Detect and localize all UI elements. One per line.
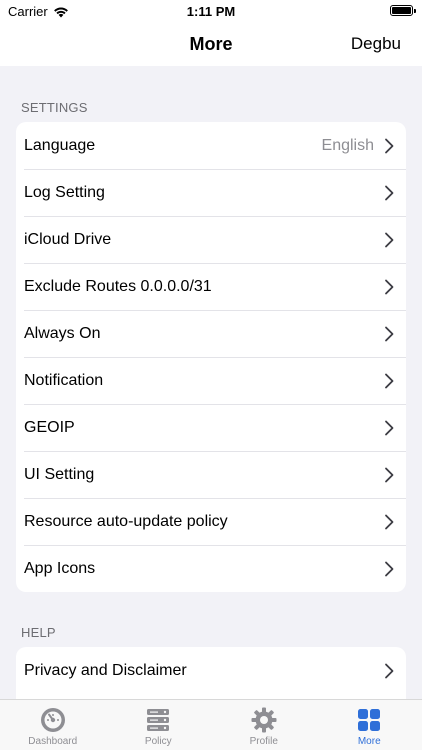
- row-label: GEOIP: [24, 418, 75, 436]
- tab-label: Policy: [144, 736, 172, 747]
- section-header-settings: SETTINGS: [21, 100, 88, 115]
- settings-row-language[interactable]: Language English: [16, 122, 406, 169]
- row-label: Exclude Routes 0.0.0.0/31: [24, 277, 212, 295]
- debug-button[interactable]: Degbu: [351, 34, 401, 54]
- chevron-right-icon: [385, 420, 394, 436]
- settings-row-always-on[interactable]: Always On: [16, 310, 406, 357]
- settings-group: Language English Log Setting iCloud Driv…: [16, 122, 406, 592]
- chevron-right-icon: [385, 279, 394, 295]
- settings-row-log-setting[interactable]: Log Setting: [16, 169, 406, 216]
- dashboard-icon: [40, 708, 65, 732]
- settings-row-resource-auto-update[interactable]: Resource auto-update policy: [16, 498, 406, 545]
- chevron-right-icon: [385, 561, 394, 577]
- help-row-privacy-disclaimer[interactable]: Privacy and Disclaimer: [16, 647, 406, 694]
- tab-profile[interactable]: Profile: [211, 700, 317, 750]
- tab-more[interactable]: More: [317, 700, 422, 750]
- row-label: iCloud Drive: [24, 230, 112, 248]
- tab-dashboard[interactable]: Dashboard: [0, 700, 106, 750]
- tab-label: Profile: [249, 736, 278, 747]
- section-header-help: HELP: [21, 625, 56, 640]
- chevron-right-icon: [385, 232, 394, 248]
- settings-row-ui-setting[interactable]: UI Setting: [16, 451, 406, 498]
- clock: 1:11 PM: [186, 4, 236, 19]
- tab-label: Dashboard: [28, 736, 78, 747]
- chevron-right-icon: [385, 514, 394, 530]
- row-label: Language: [24, 136, 96, 154]
- settings-row-geoip[interactable]: GEOIP: [16, 404, 406, 451]
- row-label: Notification: [24, 371, 104, 389]
- grid-icon: [358, 709, 381, 731]
- help-group: Privacy and Disclaimer: [16, 647, 406, 699]
- row-label: Resource auto-update policy: [24, 512, 228, 530]
- chevron-right-icon: [385, 467, 394, 483]
- chevron-right-icon: [385, 185, 394, 201]
- chevron-right-icon: [385, 326, 394, 342]
- row-label: App Icons: [24, 559, 96, 577]
- settings-row-exclude-routes[interactable]: Exclude Routes 0.0.0.0/31: [16, 263, 406, 310]
- chevron-right-icon: [385, 373, 394, 389]
- tab-policy[interactable]: Policy: [106, 700, 212, 750]
- gear-icon: [251, 707, 277, 733]
- battery-icon: [390, 5, 416, 16]
- settings-row-icloud-drive[interactable]: iCloud Drive: [16, 216, 406, 263]
- server-icon: [147, 709, 170, 731]
- settings-row-app-icons[interactable]: App Icons: [16, 545, 406, 592]
- tab-label: More: [357, 736, 381, 747]
- row-label: UI Setting: [24, 465, 95, 483]
- row-label: Log Setting: [24, 183, 105, 201]
- navigation-bar: More Degbu: [0, 22, 422, 66]
- row-label: Always On: [24, 324, 101, 342]
- status-bar: Carrier 1:11 PM: [0, 0, 422, 22]
- tab-bar: Dashboard Policy Profile More: [0, 699, 422, 750]
- settings-row-notification[interactable]: Notification: [16, 357, 406, 404]
- chevron-right-icon: [385, 663, 394, 679]
- chevron-right-icon: [385, 138, 394, 154]
- row-value: English: [321, 136, 374, 154]
- row-label: Privacy and Disclaimer: [24, 661, 187, 679]
